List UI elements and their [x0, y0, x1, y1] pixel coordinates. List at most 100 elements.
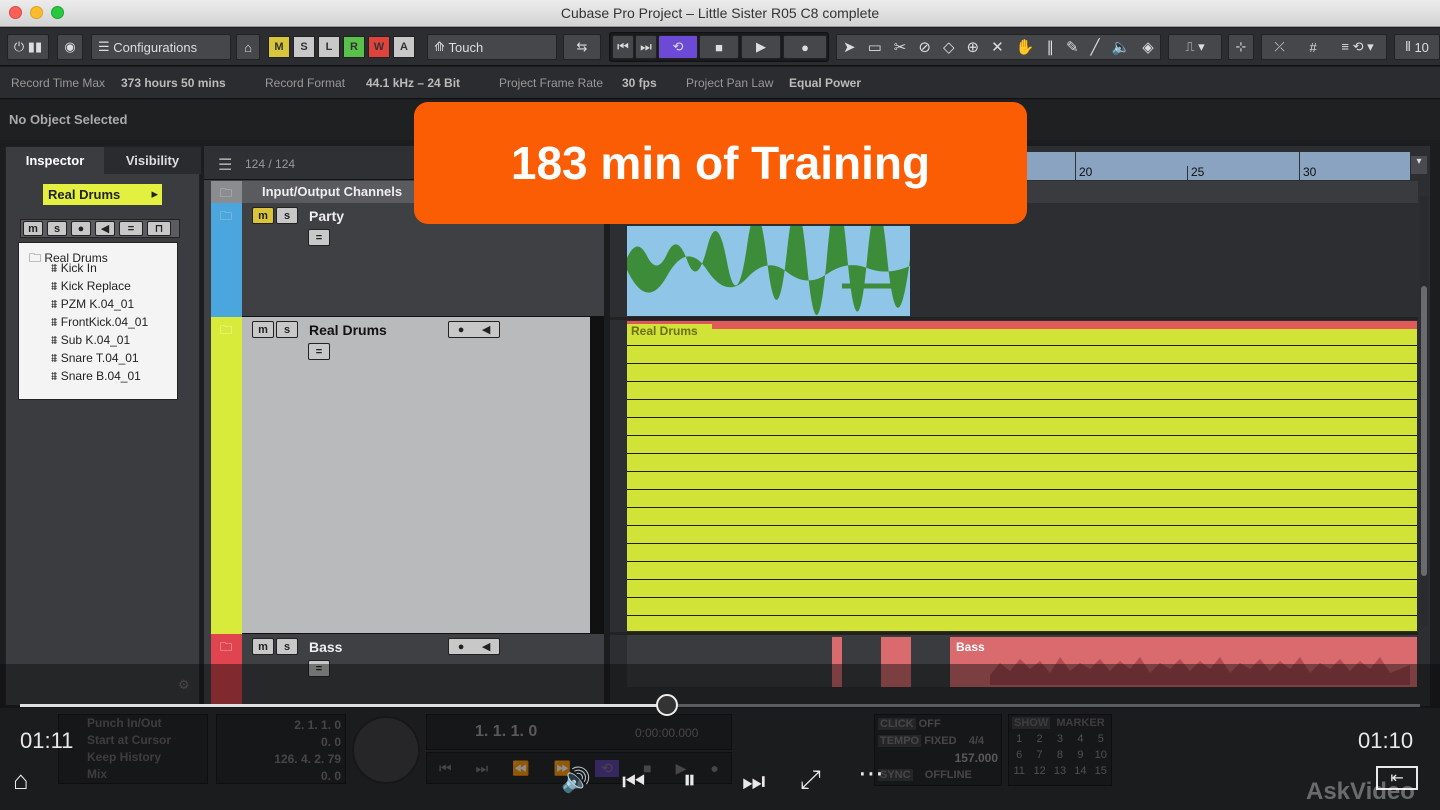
glue-tool-icon[interactable]: ⊘ [918, 38, 931, 56]
remaining-time: 01:10 [1358, 728, 1414, 753]
solo-button[interactable]: s [276, 321, 298, 338]
mute-button[interactable]: m [252, 207, 274, 224]
audio-track-icon: ⩩ [51, 297, 61, 311]
state-button-l[interactable]: L [318, 36, 340, 58]
nudge-icon[interactable]: ⇆ [563, 34, 601, 60]
drums-folder-part[interactable]: Real Drums [627, 321, 1417, 631]
inspector-track-name[interactable]: Real Drums ▸ [43, 184, 162, 205]
mute-button[interactable]: m [23, 221, 43, 236]
folder-item-name: PZM K.04_01 [60, 297, 135, 311]
drum-lane-line [627, 489, 1417, 490]
previous-icon[interactable]: ⏮ [622, 766, 645, 798]
state-button-s[interactable]: S [293, 36, 315, 58]
audio-track-icon: ⩩ [51, 279, 61, 293]
drum-lane-line [627, 471, 1417, 472]
fullscreen-icon[interactable]: ⤢ [800, 764, 821, 796]
state-button-a[interactable]: A [393, 36, 415, 58]
folder-item[interactable]: ⩩ Kick Replace [19, 279, 177, 297]
state-button-m[interactable]: M [268, 36, 290, 58]
folder-item[interactable]: ⩩ PZM K.04_01 [19, 297, 177, 315]
play-button[interactable]: ▶ [741, 35, 781, 59]
drum-lane-line [627, 381, 1417, 382]
home-icon[interactable]: ⌂ [236, 34, 260, 60]
grid-value[interactable]: ⦀ 10 [1394, 34, 1440, 60]
frame-rate-value[interactable]: 30 fps [622, 76, 657, 90]
draw-tool-icon[interactable]: ✎ [1066, 38, 1079, 56]
project-event-area[interactable]: 20 25 30 ▾ Real Drums Bass [610, 146, 1430, 706]
transport-mini: ⏮ ⏭ ⟲ ■ ▶ ● [609, 32, 829, 62]
record-format-label: Record Format [265, 76, 346, 90]
next-icon[interactable]: ⏭ [742, 766, 765, 798]
more-options-icon[interactable]: ⋯ [858, 758, 884, 789]
track-count: 124 / 124 [245, 157, 296, 171]
lock-icon[interactable]: ⊓ [147, 221, 171, 236]
solo-button[interactable]: s [47, 221, 67, 236]
object-select-tool-icon[interactable]: ➤ [843, 38, 856, 56]
state-button-r[interactable]: R [343, 36, 365, 58]
speaker-tool-icon[interactable]: 🔈 [1112, 38, 1131, 56]
waveform [627, 226, 910, 315]
track-real-drums[interactable]: 🗀 m s Real Drums = ● ◀ [211, 317, 604, 634]
timewarp-tool-icon[interactable]: ∥ [1046, 38, 1054, 56]
auto-scroll-dropdown[interactable]: ⎍ ▾ [1168, 34, 1222, 60]
tab-visibility[interactable]: Visibility [104, 147, 201, 174]
ruler-menu-icon[interactable]: ▾ [1411, 156, 1427, 174]
drum-lane-line [627, 507, 1417, 508]
home-icon[interactable]: ⌂ [13, 765, 29, 796]
state-button-w[interactable]: W [368, 36, 390, 58]
constrain-delay-icon[interactable]: ◉ [57, 34, 83, 60]
record-monitor-controls[interactable]: ● ◀ [448, 638, 500, 655]
color-tool-icon[interactable]: ◈ [1142, 38, 1154, 56]
goto-end-button[interactable]: ⏭ [635, 35, 657, 59]
vertical-scrollbar[interactable] [1420, 196, 1428, 626]
automation-mode-dropdown[interactable]: ⟰ Touch [427, 34, 557, 60]
record-enable-icon[interactable]: ● [71, 221, 91, 236]
folder-item[interactable]: ⩩ Sub K.04_01 [19, 333, 177, 351]
edit-channel-icon[interactable]: = [119, 221, 143, 236]
edit-channel-icon[interactable]: = [308, 229, 330, 246]
party-audio-event[interactable] [627, 226, 910, 316]
folder-item[interactable]: ⩩ Snare B.04_01 [19, 369, 177, 387]
layout-toggle-button[interactable]: ⏻ ▮▮ [7, 34, 49, 60]
mute-button[interactable]: m [252, 321, 274, 338]
folder-item[interactable]: ⩩ FrontKick.04_01 [19, 315, 177, 333]
inspector-track-controls: m s ● ◀ = ⊓ [20, 219, 180, 238]
folder-item-name: Snare B.04_01 [60, 369, 141, 383]
project-info-line: Record Time Max 373 hours 50 mins Record… [0, 67, 1440, 99]
video-player-overlay [0, 664, 1440, 810]
edit-channel-icon[interactable]: = [308, 343, 330, 360]
zoom-tool-icon[interactable]: ⊕ [967, 38, 980, 56]
record-button[interactable]: ● [783, 35, 827, 59]
mute-tool-icon[interactable]: ✕ [991, 38, 1004, 56]
folder-item[interactable]: ⩩ Snare T.04_01 [19, 351, 177, 369]
erase-tool-icon[interactable]: ◇ [943, 38, 955, 56]
snap-controls[interactable]: ⤫ # ≡ ⟲ ▾ [1261, 34, 1387, 60]
configurations-dropdown[interactable]: ☰ Configurations [91, 34, 231, 60]
monitor-icon[interactable]: ◀ [95, 221, 115, 236]
stop-button[interactable]: ■ [699, 35, 739, 59]
record-monitor-controls[interactable]: ● ◀ [448, 321, 500, 338]
solo-button[interactable]: s [276, 207, 298, 224]
folder-row[interactable]: 🗀 Real Drums [19, 243, 177, 265]
scrollbar-thumb[interactable] [1421, 286, 1427, 576]
line-tool-icon[interactable]: ╱ [1091, 38, 1100, 56]
ruler-mark: 25 [1191, 165, 1205, 179]
tab-inspector[interactable]: Inspector [6, 147, 104, 174]
pause-icon[interactable]: ⏸ [683, 764, 696, 796]
mute-button[interactable]: m [252, 638, 274, 655]
chevron-right-icon: ▸ [151, 186, 158, 201]
record-time-value[interactable]: 373 hours 50 mins [121, 76, 226, 90]
pan-law-value[interactable]: Equal Power [789, 76, 861, 90]
solo-button[interactable]: s [276, 638, 298, 655]
cycle-button[interactable]: ⟲ [658, 35, 698, 59]
hand-tool-icon[interactable]: ✋ [1016, 38, 1035, 56]
video-scrub-handle[interactable] [656, 694, 678, 716]
goto-start-button[interactable]: ⏮ [612, 35, 634, 59]
split-tool-icon[interactable]: ✂ [894, 38, 907, 56]
track-list-menu-icon[interactable]: ☰ [218, 155, 232, 175]
volume-icon[interactable]: 🔊 [561, 766, 591, 795]
snap-zero-icon[interactable]: ⊹ [1228, 34, 1254, 60]
track-color-strip [211, 317, 242, 634]
range-tool-icon[interactable]: ▭ [868, 38, 882, 56]
record-format-value[interactable]: 44.1 kHz – 24 Bit [366, 76, 460, 90]
